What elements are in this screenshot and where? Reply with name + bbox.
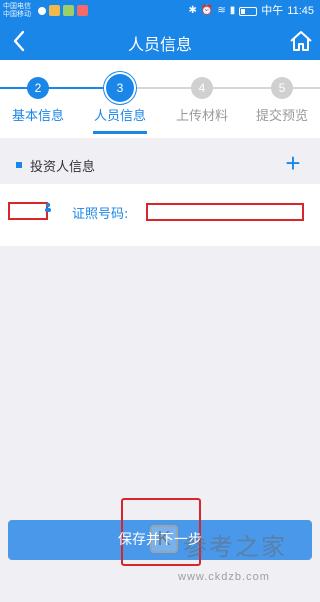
app-notification-icon	[63, 5, 74, 16]
step-personnel-info[interactable]: 3 人员信息	[80, 62, 160, 124]
step-number: 3	[106, 74, 134, 102]
step-number: 4	[191, 77, 213, 99]
title-bar: 人员信息	[0, 22, 320, 60]
progress-stepper: 2 基本信息 3 人员信息 4 上传材料 5 提交预览	[0, 62, 320, 134]
home-button[interactable]	[288, 28, 314, 54]
carrier-1: 中国电信	[3, 2, 31, 10]
carrier-labels: 中国电信 中国移动	[3, 2, 31, 18]
save-button-label: 保存并下一步	[118, 532, 202, 548]
step-label: 提交预览	[255, 109, 308, 124]
page-title: 人员信息	[127, 35, 192, 54]
section-marker-icon	[16, 162, 22, 168]
step-upload-materials[interactable]: 4 上传材料	[162, 62, 242, 124]
investor-section-header: 投资人信息 +	[0, 148, 320, 182]
step-label: 基本信息	[11, 109, 64, 124]
app-notification-icon	[49, 5, 60, 16]
notification-icons	[38, 5, 88, 16]
carrier-2: 中国移动	[3, 10, 31, 18]
app-notification-icon	[77, 5, 88, 16]
step-label: 上传材料	[175, 109, 228, 124]
bluetooth-icon: ✱	[188, 5, 197, 16]
add-investor-button[interactable]: +	[280, 150, 306, 177]
home-icon	[290, 31, 312, 51]
status-indicators: ✱ ⏰ ≋ ▮ 中午 11:45	[189, 4, 314, 18]
step-submit-preview[interactable]: 5 提交预览	[242, 62, 320, 124]
status-time: 11:45	[287, 5, 314, 17]
status-bar: 中国电信 中国移动 ✱ ⏰ ≋ ▮ 中午 11:45	[0, 0, 320, 22]
step-number: 2	[27, 77, 49, 99]
battery-icon	[239, 7, 258, 16]
wifi-icon: ≋	[217, 5, 226, 16]
notification-dot-icon	[38, 7, 46, 15]
step-basic-info[interactable]: 2 基本信息	[0, 62, 78, 124]
alarm-icon: ⏰	[200, 5, 214, 16]
person-icon	[45, 202, 51, 212]
step-number: 5	[271, 77, 293, 99]
step-label: 人员信息	[93, 109, 146, 124]
current-step-underline	[93, 131, 147, 134]
signal-icon: ▮	[229, 5, 236, 16]
redacted-investor-name	[8, 202, 48, 220]
section-title: 投资人信息	[30, 160, 96, 175]
network-label: 中午	[261, 5, 284, 17]
watermark-url: www.ckdzb.com	[178, 571, 270, 583]
investor-list-item[interactable]: 证照号码:	[0, 184, 320, 246]
redacted-id-number	[146, 203, 304, 221]
id-number-label: 证照号码:	[72, 207, 129, 222]
